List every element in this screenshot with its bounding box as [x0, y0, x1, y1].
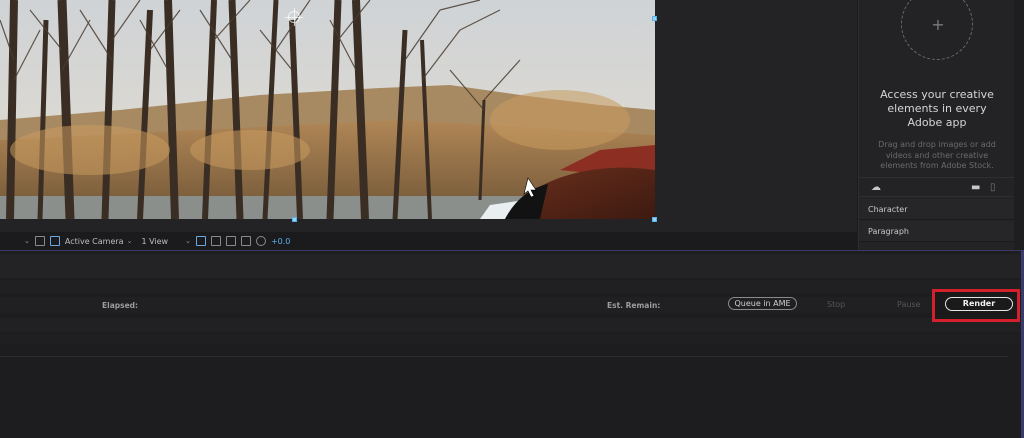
elapsed-label: Elapsed:	[102, 301, 139, 310]
panel-scrollbar[interactable]	[1014, 0, 1024, 250]
paragraph-panel-header[interactable]: Paragraph	[859, 221, 1015, 242]
libraries-title: Access your creative elements in every A…	[867, 88, 1007, 130]
libraries-panel: + Access your creative elements in every…	[858, 0, 1015, 250]
render-button[interactable]: Render	[945, 297, 1013, 311]
exposure-icon[interactable]	[255, 236, 266, 246]
libraries-title-line: elements in every	[887, 102, 987, 115]
stop-button[interactable]: Stop	[827, 300, 845, 309]
trash-icon[interactable]: ▯	[990, 182, 996, 193]
transparency-grid-icon[interactable]	[49, 236, 60, 246]
libraries-description-line: Drag and drop images or add	[878, 140, 996, 149]
character-panel-label: Character	[868, 205, 908, 214]
libraries-description-line: elements from Adobe Stock.	[880, 161, 994, 170]
render-status-bar: Elapsed: Est. Remain:	[0, 297, 1021, 313]
resolution-dropdown-icon[interactable]: ⌄	[24, 237, 30, 245]
region-of-interest-icon[interactable]	[34, 236, 45, 246]
cloud-icon[interactable]: ☁	[871, 182, 881, 193]
add-content-circle[interactable]: +	[901, 0, 973, 60]
camera-dropdown[interactable]: Active Camera ⌄	[65, 237, 133, 246]
render-queue-columns	[0, 318, 1021, 332]
layer-handle-top-right[interactable]	[652, 16, 657, 21]
pause-button[interactable]: Pause	[897, 300, 921, 309]
layer-handle-bottom-center[interactable]	[292, 217, 297, 222]
libraries-description-line: videos and other creative	[885, 150, 989, 160]
chevron-down-icon: ⌄	[185, 237, 191, 245]
view-layout-label: 1 View	[141, 236, 169, 246]
render-queue-subheader	[0, 280, 1021, 294]
composition-frame[interactable]	[0, 0, 655, 219]
flowchart-icon[interactable]	[240, 236, 251, 246]
render-queue-header-band	[0, 254, 1021, 278]
divider	[0, 356, 1008, 357]
footage-preview-image	[0, 0, 655, 219]
panel-focus-border	[0, 250, 1024, 251]
queue-in-ame-button[interactable]: Queue in AME	[728, 297, 797, 310]
libraries-footer-bar: ☁ ▬ ▯	[859, 177, 1015, 197]
character-panel-header[interactable]: Character	[859, 199, 1015, 220]
anchor-point-icon[interactable]	[285, 8, 303, 26]
render-queue-panel: Elapsed: Est. Remain: Queue in AME Stop …	[0, 250, 1024, 438]
plus-icon: +	[931, 15, 945, 34]
folder-icon[interactable]: ▬	[971, 182, 980, 193]
est-remain-label: Est. Remain:	[607, 301, 661, 310]
chevron-down-icon: ⌄	[126, 237, 133, 245]
libraries-description: Drag and drop images or add videos and o…	[871, 140, 1003, 172]
3d-view-icon[interactable]	[195, 236, 206, 246]
libraries-title-line: Adobe app	[907, 116, 967, 129]
timeline-toggle-icon[interactable]	[225, 236, 236, 246]
after-effects-window: ⌄ Active Camera ⌄ 1 View ⌄ +0.0 + Access…	[0, 0, 1024, 438]
render-queue-row[interactable]	[0, 334, 1021, 344]
viewer-toolbar: ⌄ Active Camera ⌄ 1 View ⌄ +0.0	[0, 232, 857, 250]
camera-dropdown-label: Active Camera	[64, 236, 124, 246]
libraries-title-line: Access your creative	[880, 88, 994, 101]
layer-handle-bottom-right[interactable]	[652, 217, 657, 222]
exposure-value[interactable]: +0.0	[271, 237, 290, 246]
composition-viewer[interactable]	[0, 0, 857, 232]
view-layout-dropdown[interactable]: 1 View ⌄	[141, 237, 191, 246]
paragraph-panel-label: Paragraph	[868, 227, 909, 236]
fast-previews-icon[interactable]	[210, 236, 221, 246]
